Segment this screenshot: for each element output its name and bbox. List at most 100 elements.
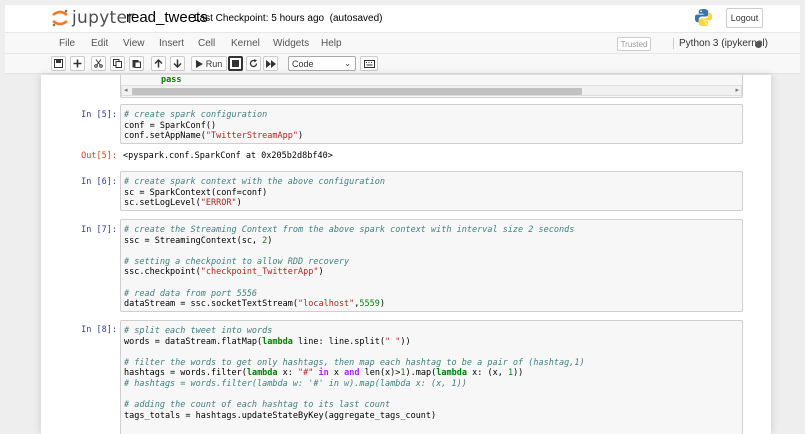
code-line: sc.setLogLevel( <box>124 198 201 209</box>
menu-kernel[interactable]: Kernel <box>231 38 260 49</box>
notebook-scroll-area[interactable]: pass ◂ ▸ In [5]: # create spark configur… <box>5 75 800 434</box>
jupyter-page: jupyter read_tweets Last Checkpoint: 5 h… <box>0 0 805 434</box>
horizontal-scrollbar[interactable]: ◂ ▸ <box>121 85 742 96</box>
code-line: ) <box>318 267 324 278</box>
run-label: Run <box>205 58 223 69</box>
code-line: conf.setAppName( <box>124 131 206 142</box>
code-line: ) <box>236 198 242 209</box>
code-line: conf = SparkConf() <box>124 120 217 131</box>
menu-cell[interactable]: Cell <box>198 38 215 49</box>
paste-button[interactable] <box>129 56 144 71</box>
cell-5-prompt: In [5]: <box>81 110 117 120</box>
code-keyword-pass: pass <box>161 75 182 85</box>
notebook-container: pass ◂ ▸ In [5]: # create spark configur… <box>41 75 771 434</box>
cell-6-code: # create spark context with the above co… <box>124 177 385 209</box>
command-palette-button[interactable] <box>360 56 378 71</box>
code-line: hashtags = words.filter( <box>124 368 247 379</box>
cell-type-value: Code <box>292 58 314 69</box>
cell-7-code: # create the Streaming Context from the … <box>124 225 574 310</box>
code-line: x: (x, <box>466 368 508 379</box>
insert-cell-button[interactable] <box>70 56 85 71</box>
menu-edit[interactable]: Edit <box>91 38 108 49</box>
previous-cell-input[interactable]: pass ◂ ▸ <box>120 75 743 98</box>
code-line: )) <box>513 368 524 379</box>
play-icon <box>195 59 203 68</box>
run-button[interactable]: Run <box>191 56 227 71</box>
code-line: words = dataStream.flatMap( <box>124 336 263 347</box>
code-comment: # hashtags = words.filter(lambda w: '#' … <box>124 378 467 389</box>
code-comment: # split each tweet into words <box>124 326 273 336</box>
restart-icon <box>249 59 258 68</box>
code-line: line: line.split( <box>292 336 386 347</box>
jupyter-logo[interactable]: jupyter <box>51 8 135 28</box>
python-logo-icon <box>694 8 713 27</box>
menu-widgets[interactable]: Widgets <box>273 38 309 49</box>
cell-5-code: # create spark configuration conf = Spar… <box>124 110 303 142</box>
cell-8-prompt: In [8]: <box>81 325 117 335</box>
code-line: ssc.checkpoint( <box>124 267 201 278</box>
scissors-icon <box>94 59 103 68</box>
copy-icon <box>113 59 122 68</box>
interrupt-kernel-button[interactable] <box>228 56 243 71</box>
previous-cell-code: pass <box>161 75 181 86</box>
menu-insert[interactable]: Insert <box>159 38 184 49</box>
code-string: " " <box>385 336 401 347</box>
code-string: "TwitterStreamApp" <box>205 131 299 142</box>
code-keyword: lambda <box>262 336 293 347</box>
scroll-right-arrow-icon[interactable]: ▸ <box>735 86 739 94</box>
cell-7-prompt: In [7]: <box>81 225 117 235</box>
scroll-left-arrow-icon[interactable]: ◂ <box>124 86 128 94</box>
restart-kernel-button[interactable] <box>246 56 261 71</box>
code-operator: and <box>344 368 360 379</box>
cut-button[interactable] <box>91 56 106 71</box>
move-down-button[interactable] <box>170 56 185 71</box>
code-comment: # setting a checkpoint to allow RDD reco… <box>124 256 350 267</box>
trusted-indicator[interactable]: Trusted <box>617 37 651 51</box>
code-comment: # create spark context with the above co… <box>124 177 385 187</box>
code-string: "#" <box>298 368 314 379</box>
menu-bar: File Edit View Insert Cell Kernel Widget… <box>5 32 800 54</box>
keyboard-icon <box>363 59 375 68</box>
save-button[interactable] <box>51 56 66 71</box>
code-number: 5559 <box>359 299 380 310</box>
code-line: ssc = StreamingContext(sc, <box>124 235 263 246</box>
logout-button[interactable]: Logout <box>726 8 763 28</box>
notebook-header: jupyter read_tweets Last Checkpoint: 5 h… <box>5 5 800 32</box>
code-line: ) <box>267 235 273 246</box>
cell-5-input[interactable]: # create spark configuration conf = Spar… <box>120 104 743 144</box>
code-comment: # filter the words to get only hashtags,… <box>124 357 585 368</box>
code-comment: # read data from port 5556 <box>124 288 258 299</box>
arrow-up-icon <box>154 59 163 68</box>
code-line: x: <box>277 368 299 379</box>
plus-icon <box>73 59 82 68</box>
fast-forward-icon <box>265 59 276 68</box>
chevron-down-icon: ⌄ <box>344 59 351 68</box>
restart-run-all-button[interactable] <box>263 56 278 71</box>
code-line: sc = SparkContext(conf=conf) <box>124 187 268 198</box>
code-line: tags_totals = hashtags.updateStateByKey(… <box>124 410 437 421</box>
jupyter-logo-icon <box>52 9 68 27</box>
move-up-button[interactable] <box>151 56 166 71</box>
copy-button[interactable] <box>110 56 125 71</box>
code-line: len(x)> <box>359 368 401 379</box>
menu-file[interactable]: File <box>59 38 75 49</box>
code-line: ) <box>379 299 386 310</box>
menu-view[interactable]: View <box>123 38 145 49</box>
code-comment: # create spark configuration <box>124 110 268 120</box>
scrollbar-thumb[interactable] <box>132 88 582 95</box>
cell-6-prompt: In [6]: <box>81 177 117 187</box>
cell-6-input[interactable]: # create spark context with the above co… <box>120 171 743 211</box>
code-line: ) <box>298 131 304 142</box>
autosave-status: (autosaved) <box>329 13 383 24</box>
save-icon <box>54 59 63 68</box>
kernel-name[interactable]: Python 3 (ipykernel) <box>673 38 768 49</box>
cell-8-code: # split each tweet into words words = da… <box>124 326 585 421</box>
stop-icon <box>232 60 239 67</box>
cell-7-input[interactable]: # create the Streaming Context from the … <box>120 219 743 312</box>
menu-help[interactable]: Help <box>321 38 342 49</box>
code-string: "ERROR" <box>200 198 237 209</box>
cell-8-input[interactable]: # split each tweet into words words = da… <box>120 320 743 434</box>
toolbar: Run Code ⌄ <box>5 54 800 74</box>
cell-5-output: <pyspark.conf.SparkConf at 0x205b2d8bf40… <box>123 151 333 161</box>
cell-type-select[interactable]: Code ⌄ <box>288 56 356 71</box>
